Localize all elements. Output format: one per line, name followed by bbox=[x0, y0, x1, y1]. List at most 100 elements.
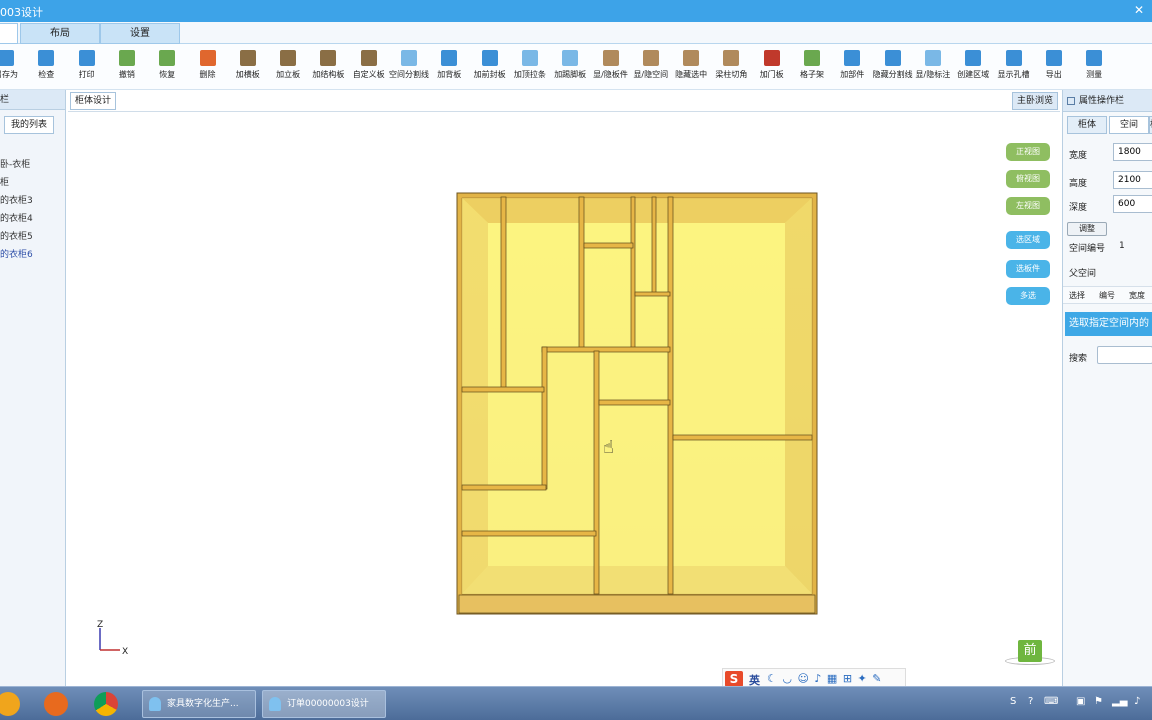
toolbar-button-toggle-space[interactable]: 显/隐空间 bbox=[631, 48, 671, 80]
toolbar-button-top-strip[interactable]: 加顶拉条 bbox=[510, 48, 550, 80]
toolbar-button-kick-board[interactable]: 加踢脚板 bbox=[550, 48, 590, 80]
tray-device-icon[interactable]: ▣ bbox=[1076, 696, 1085, 707]
tray-help-icon[interactable]: ? bbox=[1028, 696, 1033, 707]
toolbar-button-structure-board[interactable]: 加结构板 bbox=[308, 48, 348, 80]
taskbar-task-active[interactable]: 订单00000003设计 bbox=[262, 690, 386, 718]
toolbar-button-hide-divider[interactable]: 隐藏分割线 bbox=[873, 48, 913, 80]
toolbar-button-label: 加部件 bbox=[840, 70, 865, 79]
toolbar-button-add-part[interactable]: 加部件 bbox=[832, 48, 872, 80]
toolbar-button-toggle-annotation[interactable]: 显/隐标注 bbox=[913, 48, 953, 80]
tab-my-list[interactable]: 我的列表 bbox=[4, 116, 54, 134]
close-icon[interactable]: ✕ bbox=[1134, 3, 1144, 17]
toolbar-button-undo[interactable]: 撤销 bbox=[107, 48, 147, 80]
tray-flag-icon[interactable]: ⚑ bbox=[1094, 696, 1103, 707]
toolbar-button-create-region[interactable]: 创建区域 bbox=[953, 48, 993, 80]
toolbar-button-save-as[interactable]: 另存为 bbox=[0, 48, 26, 80]
chrome-icon[interactable] bbox=[94, 692, 118, 716]
list-item-selected[interactable]: 的衣柜6 bbox=[0, 246, 33, 264]
cabinet-drawing[interactable]: ☝ bbox=[68, 112, 1060, 687]
tray-sogou-icon[interactable]: S bbox=[1010, 696, 1016, 707]
tab-cabinet-design[interactable]: 柜体设计 bbox=[70, 92, 116, 110]
toolbar-button-redo[interactable]: 恢复 bbox=[147, 48, 187, 80]
toolbar-button-print[interactable]: 打印 bbox=[67, 48, 107, 80]
list-item[interactable]: 的衣柜5 bbox=[0, 228, 33, 246]
toolbar-button-toggle-panels[interactable]: 显/隐板件 bbox=[591, 48, 631, 80]
panel-vertical[interactable] bbox=[630, 196, 636, 351]
browse-button[interactable]: 主卧浏览 bbox=[1012, 92, 1058, 110]
hand-cursor-icon: ☝ bbox=[603, 437, 614, 458]
tab-layout[interactable]: 布局 bbox=[20, 23, 100, 44]
ime-tool-icons[interactable]: ☾ ◡ ☺ ♪ ▦ ⊞ ✦ ✎ bbox=[767, 672, 882, 685]
front-view-indicator[interactable]: 前 bbox=[1018, 640, 1042, 662]
panel-vertical[interactable] bbox=[651, 196, 657, 296]
hide-divider-icon bbox=[884, 50, 901, 66]
select-panel-button[interactable]: 选板件 bbox=[1006, 260, 1050, 278]
depth-input[interactable] bbox=[1113, 195, 1152, 213]
toolbar-button-check[interactable]: 检查 bbox=[26, 48, 66, 80]
col-select[interactable]: 选择 bbox=[1069, 290, 1085, 301]
toolbar-button-export[interactable]: 导出 bbox=[1034, 48, 1074, 80]
panel-horizontal[interactable] bbox=[634, 291, 671, 297]
list-item[interactable]: 的衣柜4 bbox=[0, 210, 33, 228]
select-region-button[interactable]: 选区域 bbox=[1006, 231, 1050, 249]
toolbar-button-label: 显/隐板件 bbox=[593, 70, 628, 79]
height-input[interactable] bbox=[1113, 171, 1152, 189]
tray-keyboard-icon[interactable]: ⌨ bbox=[1044, 696, 1058, 707]
tab-file[interactable] bbox=[0, 23, 18, 44]
toolbar-button-front-seal-board[interactable]: 加前封板 bbox=[470, 48, 510, 80]
panel-vertical[interactable] bbox=[593, 350, 600, 595]
panel-horizontal[interactable] bbox=[583, 242, 634, 249]
panel-horizontal[interactable] bbox=[461, 530, 597, 537]
tab-space[interactable]: 空间 bbox=[1109, 116, 1149, 134]
panel-horizontal[interactable] bbox=[541, 346, 671, 353]
top-view-button[interactable]: 俯视图 bbox=[1006, 170, 1050, 188]
panel-vertical[interactable] bbox=[500, 196, 507, 390]
toolbar-button-delete[interactable]: 删除 bbox=[188, 48, 228, 80]
toolbar-button-grid-rack[interactable]: 格子架 bbox=[792, 48, 832, 80]
search-input[interactable] bbox=[1097, 346, 1152, 364]
design-canvas[interactable]: ☝ bbox=[68, 111, 1060, 686]
ime-logo-icon[interactable]: S bbox=[725, 671, 743, 687]
start-search-icon[interactable] bbox=[0, 692, 20, 716]
app-icon[interactable] bbox=[44, 692, 68, 716]
adjust-button[interactable]: 调整 bbox=[1067, 222, 1107, 236]
tray-volume-icon[interactable]: ♪ bbox=[1134, 696, 1140, 707]
toolbar-button-beam-cut[interactable]: 梁柱切角 bbox=[711, 48, 751, 80]
toolbar-button-vertical-board[interactable]: 加立板 bbox=[268, 48, 308, 80]
tab-cabinet[interactable]: 柜体 bbox=[1067, 116, 1107, 134]
toolbar-button-space-divider[interactable]: 空间分割线 bbox=[389, 48, 429, 80]
multi-select-button[interactable]: 多选 bbox=[1006, 287, 1050, 305]
select-space-banner[interactable]: 选取指定空间内的 bbox=[1065, 312, 1152, 336]
list-item[interactable]: 柜 bbox=[0, 174, 33, 192]
toolbar-button-show-holes[interactable]: 显示孔槽 bbox=[994, 48, 1034, 80]
list-item[interactable]: 卧-衣柜 bbox=[0, 156, 33, 174]
list-item[interactable]: 的衣柜3 bbox=[0, 192, 33, 210]
toolbar-button-measure[interactable]: 测量 bbox=[1074, 48, 1114, 80]
panel-horizontal[interactable] bbox=[598, 399, 671, 406]
print-icon bbox=[78, 50, 95, 66]
front-view-button[interactable]: 正视图 bbox=[1006, 143, 1050, 161]
pin-icon[interactable] bbox=[1067, 97, 1075, 105]
toolbar-button-door-panel[interactable]: 加门板 bbox=[752, 48, 792, 80]
taskbar-task[interactable]: 家具数字化生产... bbox=[142, 690, 256, 718]
col-number[interactable]: 编号 bbox=[1099, 290, 1115, 301]
panel-vertical[interactable] bbox=[578, 196, 585, 351]
left-panel: 栏 我的列表 卧-衣柜 柜 的衣柜3 的衣柜4 的衣柜5 的衣柜6 bbox=[0, 90, 66, 686]
toolbar-button-hide-selected[interactable]: 隐藏选中 bbox=[671, 48, 711, 80]
toolbar-button-custom-board[interactable]: 自定义板 bbox=[349, 48, 389, 80]
col-width[interactable]: 宽度 bbox=[1129, 290, 1145, 301]
panel-horizontal[interactable] bbox=[461, 386, 545, 393]
panel-vertical[interactable] bbox=[667, 196, 674, 595]
toolbar-button-label: 格子架 bbox=[800, 70, 824, 79]
toolbar-button-back-board[interactable]: 加背板 bbox=[429, 48, 469, 80]
ime-toolbar[interactable]: S 英 ☾ ◡ ☺ ♪ ▦ ⊞ ✦ ✎ bbox=[722, 668, 906, 688]
width-input[interactable] bbox=[1113, 143, 1152, 161]
panel-vertical[interactable] bbox=[541, 346, 548, 490]
left-view-button[interactable]: 左视图 bbox=[1006, 197, 1050, 215]
tab-settings[interactable]: 设置 bbox=[100, 23, 180, 44]
cabinet-plinth[interactable] bbox=[458, 594, 816, 614]
panel-horizontal[interactable] bbox=[461, 484, 547, 491]
panel-horizontal[interactable] bbox=[672, 434, 813, 441]
tray-network-icon[interactable]: ▂▄ bbox=[1112, 696, 1127, 707]
toolbar-button-horizontal-board[interactable]: 加横板 bbox=[228, 48, 268, 80]
